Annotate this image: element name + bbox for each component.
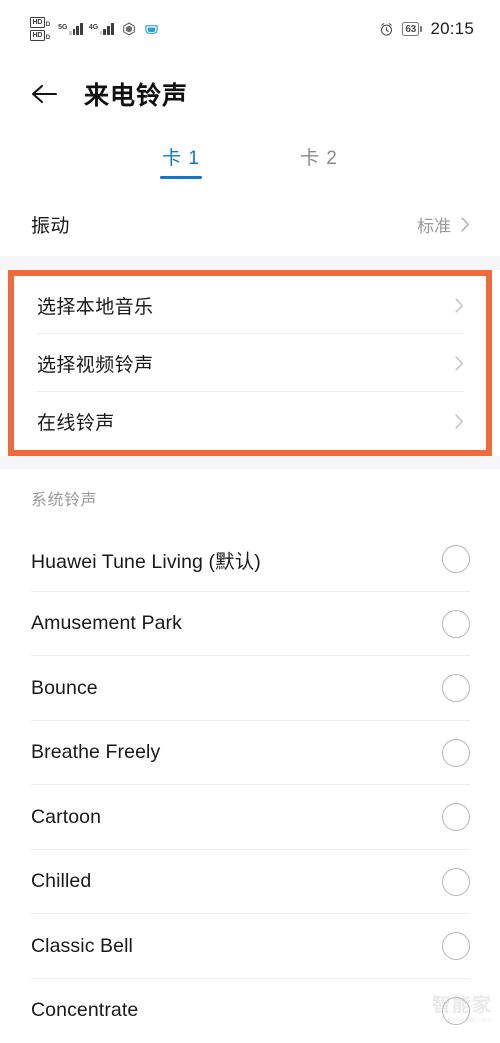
tab-sim-2[interactable]: 卡 2 [300, 143, 338, 179]
system-ringtones-section-title: 系统铃声 [0, 469, 500, 527]
sim-card-tabs: 卡 1 卡 2 [0, 130, 500, 192]
signal-indicator-sim1: 5G [58, 23, 83, 35]
chevron-right-icon [455, 298, 464, 313]
radio-button[interactable] [442, 739, 470, 767]
tab-sim-1[interactable]: 卡 1 [162, 143, 200, 179]
network-type-label-1: 5G [58, 24, 67, 32]
back-arrow-icon[interactable] [30, 82, 58, 106]
vibration-group: 振动 标准 [0, 192, 500, 256]
system-ringtones-group: 系统铃声 Huawei Tune Living (默认) Amusement P… [0, 469, 500, 1043]
status-bar-clock: 20:15 [430, 19, 474, 39]
hd-voice-indicators: HD D HD D [30, 17, 50, 41]
section-gap-1 [0, 256, 500, 270]
online-ringtone-label: 在线铃声 [37, 408, 115, 435]
signal-bars-icon-1 [69, 23, 83, 35]
ringtone-label: Cartoon [31, 806, 101, 829]
select-local-music-row[interactable]: 选择本地音乐 [14, 276, 486, 334]
ringtone-label: Concentrate [31, 999, 138, 1022]
hd-voice-icon-1: HD D [30, 17, 50, 28]
select-video-ringtone-row[interactable]: 选择视频铃声 [14, 334, 486, 392]
ringtone-row-amusement-park[interactable]: Amusement Park [0, 592, 500, 657]
radio-button[interactable] [442, 803, 470, 831]
vibration-value: 标准 [417, 212, 451, 237]
ringtone-row-classic-bell[interactable]: Classic Bell [0, 914, 500, 979]
chevron-right-icon [461, 217, 470, 232]
hd-label-1: HD [30, 17, 45, 28]
alarm-clock-icon [379, 22, 394, 37]
ringtone-label: Breathe Freely [31, 741, 160, 764]
tab-sim-2-label: 卡 2 [300, 148, 338, 169]
hd-sub-1: D [46, 22, 50, 28]
ringtone-row-bounce[interactable]: Bounce [0, 656, 500, 721]
ringtone-row-cartoon[interactable]: Cartoon [0, 785, 500, 850]
ringtone-label: Bounce [31, 677, 98, 700]
battery-level-label: 63 [402, 22, 420, 36]
signal-bars-icon-2 [100, 23, 114, 35]
wifi-hotspot-icon [144, 23, 159, 36]
section-gap-2 [0, 456, 500, 469]
select-video-ringtone-label: 选择视频铃声 [37, 350, 153, 377]
battery-cap [420, 26, 422, 32]
vibration-row-right: 标准 [417, 212, 470, 237]
chevron-right-icon [455, 414, 464, 429]
chevron-right-icon [455, 356, 464, 371]
radio-button[interactable] [442, 674, 470, 702]
ringtone-row-chilled[interactable]: Chilled [0, 850, 500, 915]
ringtone-row-huawei-tune-living[interactable]: Huawei Tune Living (默认) [0, 527, 500, 592]
vibration-label: 振动 [31, 211, 70, 238]
select-local-music-label: 选择本地音乐 [37, 292, 153, 319]
ringtone-label: Amusement Park [31, 612, 182, 635]
hd-label-2: HD [30, 30, 45, 41]
hd-voice-icon-2: HD D [30, 30, 50, 41]
vibration-row[interactable]: 振动 标准 [0, 192, 500, 256]
ringtone-row-concentrate[interactable]: Concentrate [0, 979, 500, 1043]
app-bar: 来电铃声 [0, 58, 500, 130]
online-ringtone-row[interactable]: 在线铃声 [14, 392, 486, 450]
ringtone-label: Classic Bell [31, 935, 133, 958]
page-title: 来电铃声 [84, 76, 188, 112]
tab-sim-1-label: 卡 1 [162, 148, 200, 169]
hd-sub-2: D [46, 35, 50, 41]
radio-button[interactable] [442, 545, 470, 573]
ringtone-label: Chilled [31, 870, 91, 893]
signal-indicator-sim2: 4G [89, 23, 114, 35]
ringtone-source-highlight-box: 选择本地音乐 选择视频铃声 在线铃声 [8, 270, 492, 456]
hexagon-shield-icon [122, 22, 136, 36]
radio-button[interactable] [442, 997, 470, 1025]
network-type-label-2: 4G [89, 24, 98, 32]
radio-button[interactable] [442, 932, 470, 960]
status-bar: HD D HD D 5G 4G [0, 0, 500, 58]
status-bar-right: 63 20:15 [379, 19, 474, 39]
ringtone-label: Huawei Tune Living (默认) [31, 545, 261, 574]
radio-button[interactable] [442, 610, 470, 638]
ringtone-row-breathe-freely[interactable]: Breathe Freely [0, 721, 500, 786]
battery-indicator: 63 [402, 22, 423, 36]
radio-button[interactable] [442, 868, 470, 896]
status-bar-left: HD D HD D 5G 4G [30, 17, 159, 41]
